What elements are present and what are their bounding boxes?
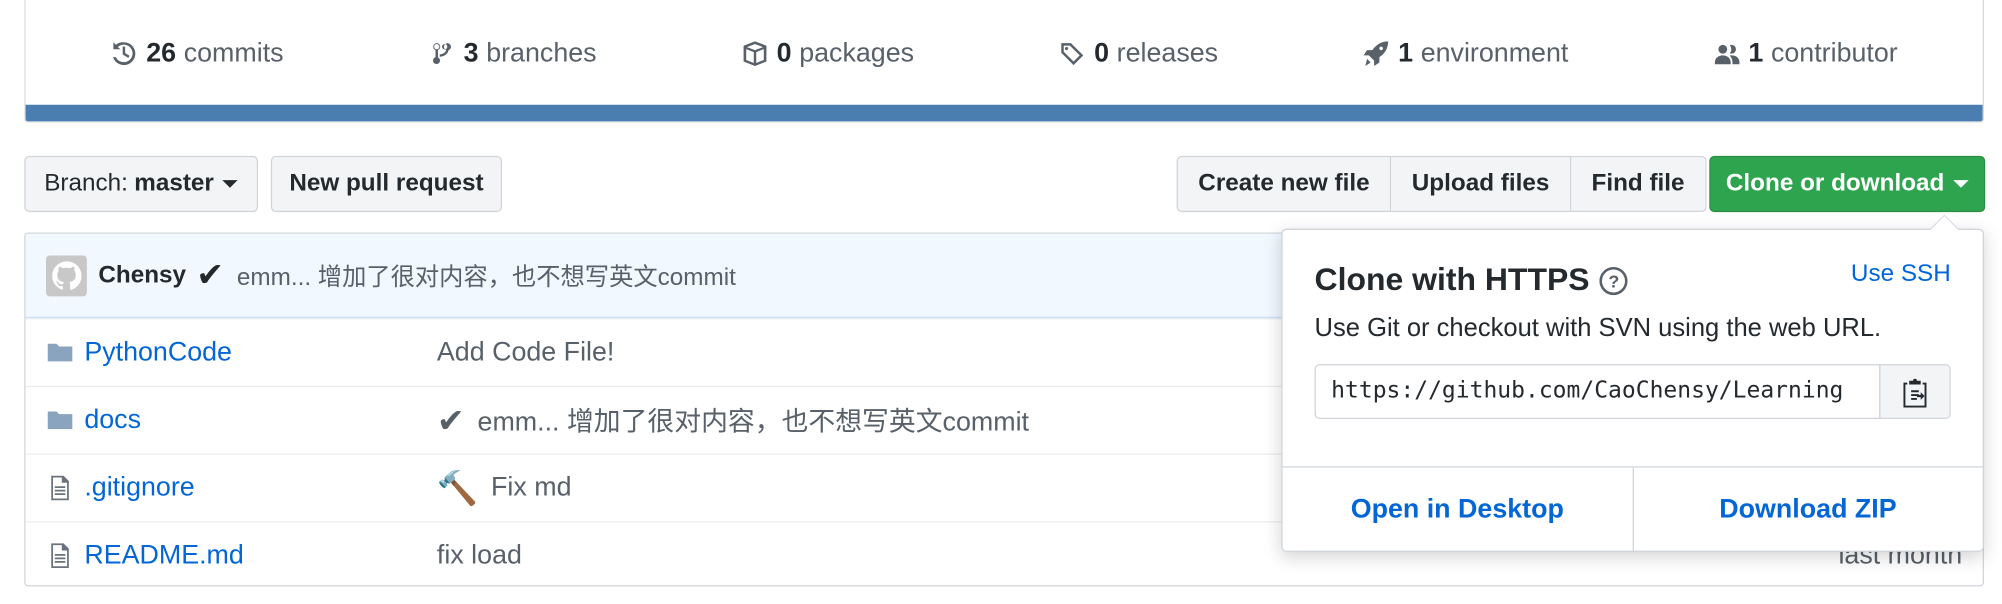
file-actions-group: Create new file Upload files Find file [1176,155,1707,213]
packages-label: packages [799,37,915,68]
commits-count: 26 [146,37,177,68]
history-icon [113,41,136,65]
releases-link[interactable]: 0 releases [1058,38,1218,69]
file-commit-message[interactable]: Add Code File! [437,337,614,368]
hammer-icon: 🔨 [436,468,479,507]
branches-label: branches [486,37,597,68]
chevron-down-icon [222,180,239,188]
upload-files-button[interactable]: Upload files [1391,155,1572,213]
repo-summary: 26 commits 3 branches 0 packages 0 relea… [24,0,1984,123]
packages-link[interactable]: 0 packages [741,38,914,69]
file-name[interactable]: docs [84,405,437,436]
releases-label: releases [1116,37,1219,68]
package-icon [743,40,767,66]
environment-link[interactable]: 1 environment [1362,38,1568,69]
folder-icon [46,339,74,367]
contributors-label: contributor [1770,37,1898,68]
environment-count: 1 [1398,37,1414,68]
file-name[interactable]: PythonCode [84,337,437,368]
language-bar[interactable] [25,104,1983,122]
folder-icon [46,406,74,434]
file-icon [46,474,74,502]
branch-prefix: Branch: [44,169,128,197]
commit-message[interactable]: emm... 增加了很对内容，也不想写英文commit [237,258,736,292]
branches-link[interactable]: 3 branches [428,38,597,69]
file-icon [46,542,74,570]
clone-description: Use Git or checkout with SVN using the w… [1314,314,1882,343]
contributors-count: 1 [1748,37,1764,68]
clone-title-text: Clone with HTTPS [1314,261,1590,298]
file-name[interactable]: .gitignore [84,473,437,504]
file-commit-message[interactable]: Fix md [491,473,571,504]
file-name[interactable]: README.md [84,540,437,571]
create-new-file-button[interactable]: Create new file [1176,155,1392,213]
contributors-link[interactable]: 1 contributor [1713,38,1898,69]
people-icon [1714,44,1739,64]
copy-url-button[interactable] [1879,364,1951,420]
commits-label: commits [183,37,284,68]
file-commit-message[interactable]: fix load [437,540,522,571]
clone-actions: Open in Desktop Download ZIP [1282,466,1983,551]
download-zip-button[interactable]: Download ZIP [1632,467,1983,551]
releases-count: 0 [1094,37,1110,68]
branch-name: master [134,169,214,197]
clone-title: Clone with HTTPS ? [1315,262,1628,299]
chevron-down-icon [1953,180,1969,188]
open-in-desktop-button[interactable]: Open in Desktop [1283,468,1632,551]
commits-link[interactable]: 26 commits [110,37,284,69]
tag-icon [1061,42,1084,65]
new-pull-request-button[interactable]: New pull request [270,155,503,213]
find-file-button[interactable]: Find file [1571,155,1707,213]
branch-icon [432,42,451,64]
clone-or-download-button[interactable]: Clone or download [1709,155,1986,213]
clipboard-icon [1903,378,1927,407]
clone-or-download-label: Clone or download [1725,169,1945,197]
use-ssh-link[interactable]: Use SSH [1851,261,1951,289]
branch-select-button[interactable]: Branch: master [24,155,259,213]
file-commit-message[interactable]: emm... 增加了很对内容，也不想写英文commit [478,401,1029,439]
dropdown-arrow [1929,214,1960,230]
commit-author[interactable]: Chensy [98,261,186,289]
clone-url-input[interactable]: https://github.com/CaoChensy/Learning [1314,364,1881,420]
clone-dropdown: Clone with HTTPS ? Use SSH Use Git or ch… [1281,214,1984,552]
check-icon: ✔ [196,255,225,294]
question-icon[interactable]: ? [1599,266,1628,295]
octocat-icon [52,260,82,290]
packages-count: 0 [776,37,792,68]
environment-label: environment [1420,37,1569,68]
avatar[interactable] [45,254,87,296]
branches-count: 3 [463,37,479,68]
check-icon: ✔ [436,400,465,439]
rocket-icon [1364,40,1389,66]
